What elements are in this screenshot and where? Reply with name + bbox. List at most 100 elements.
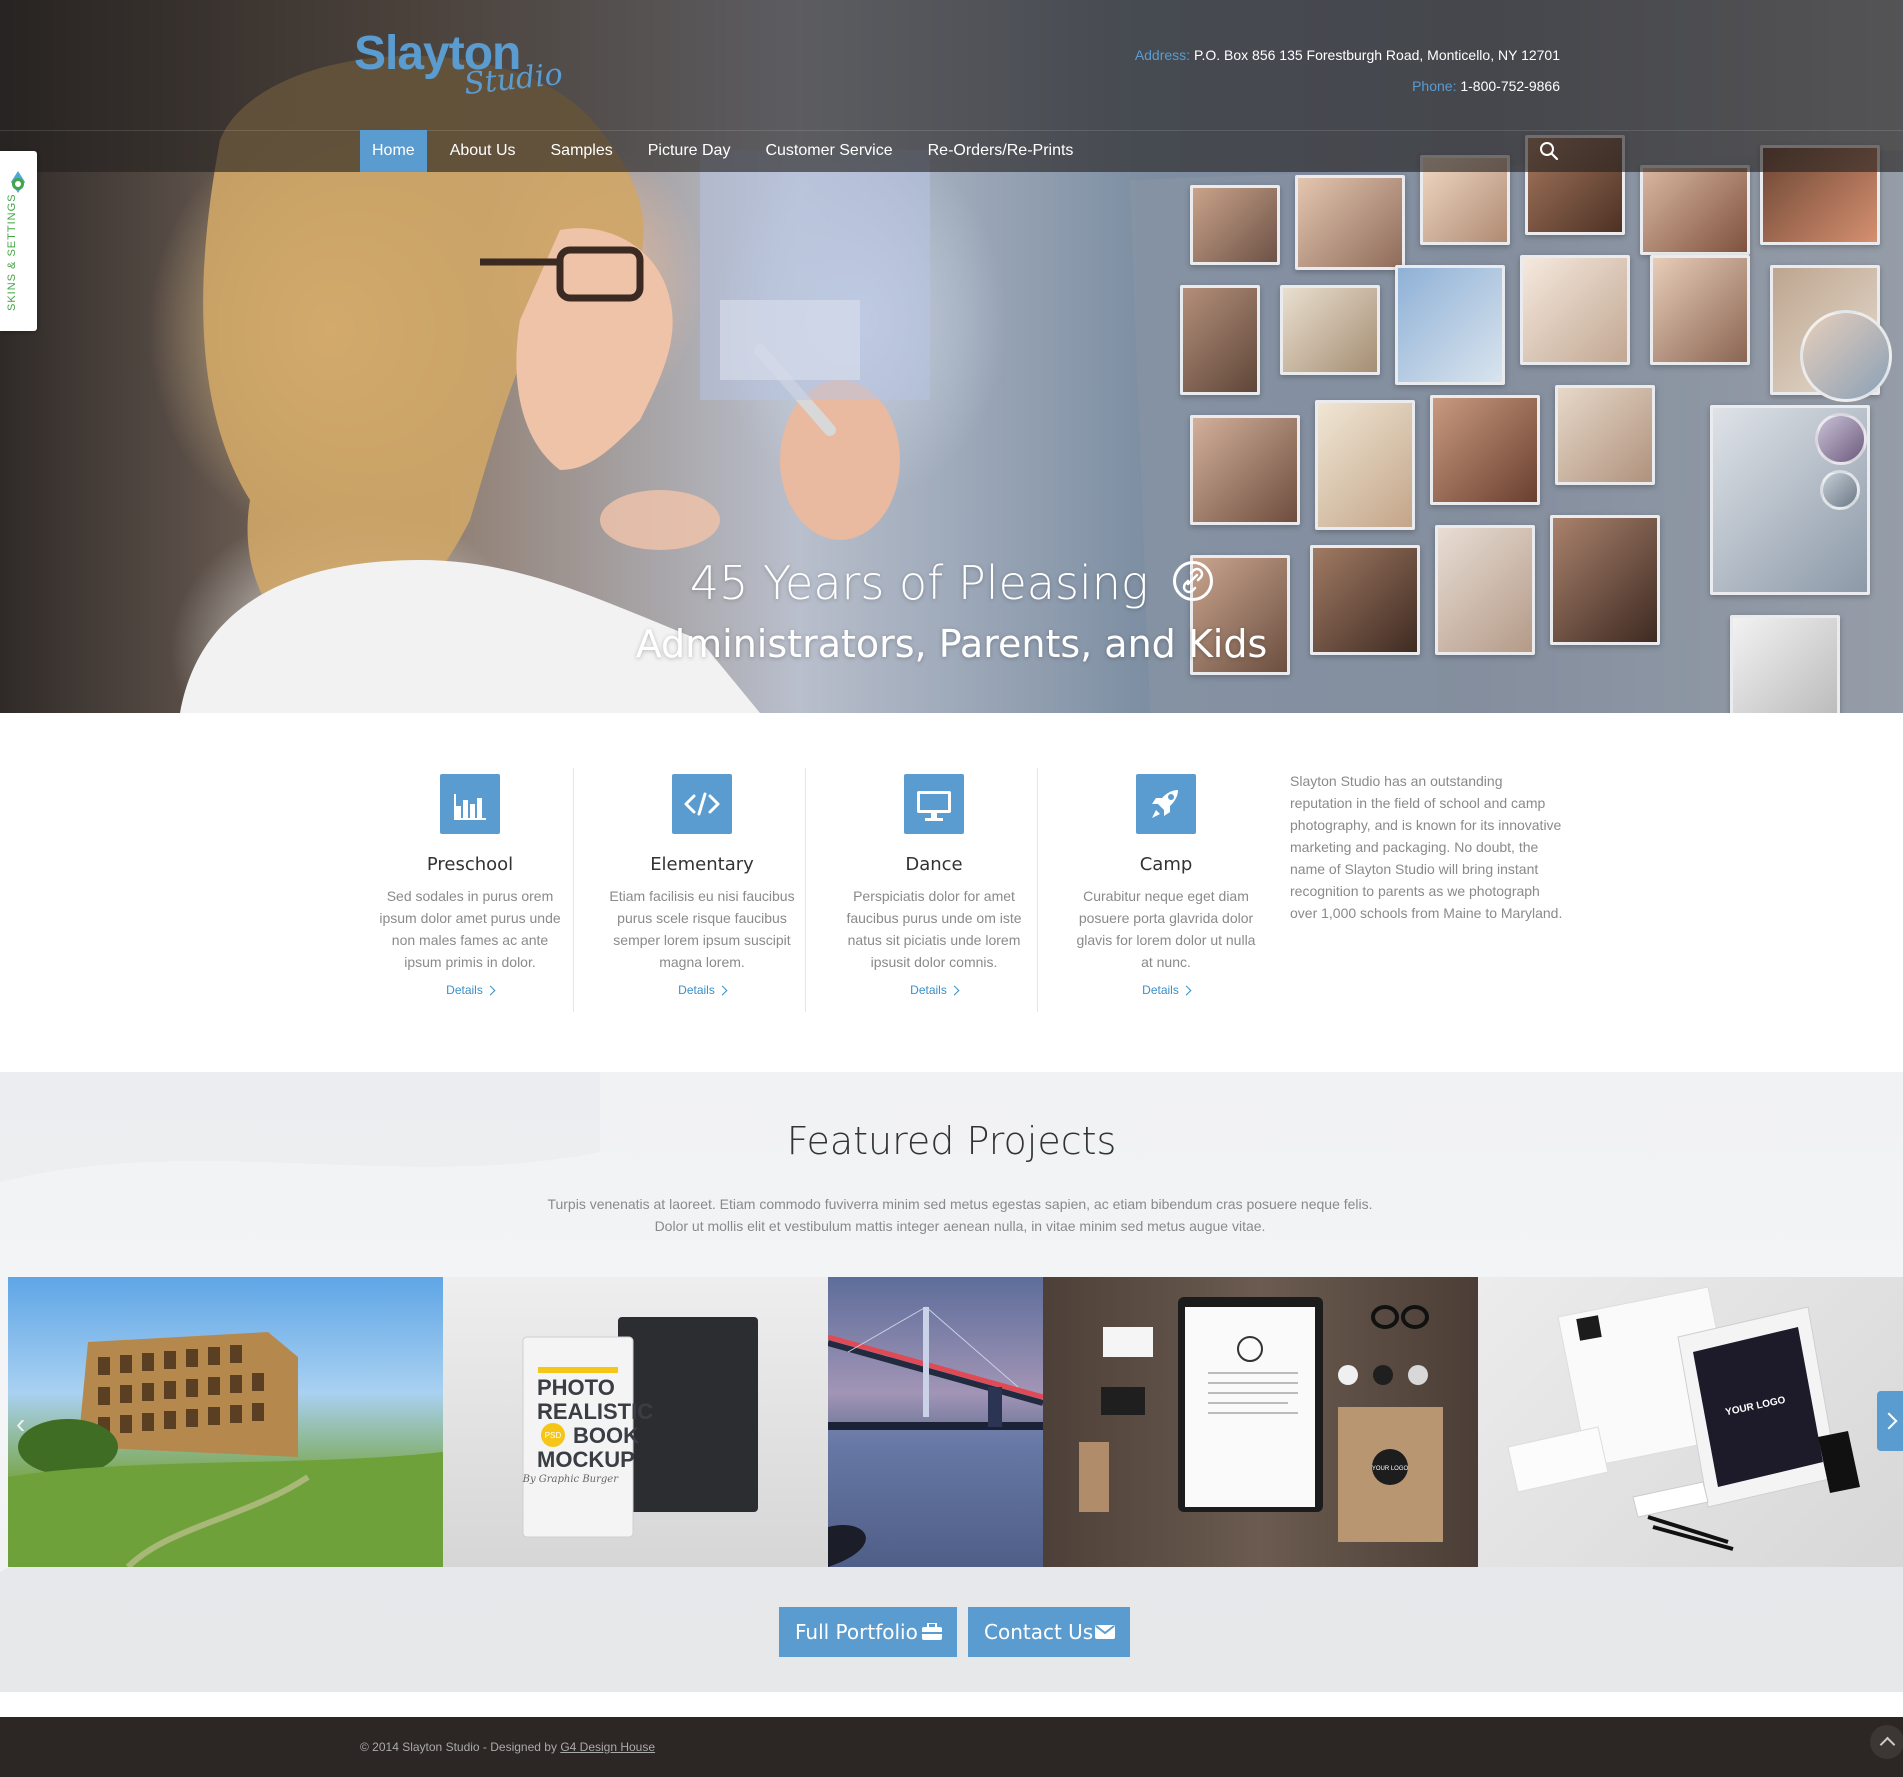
designer-link[interactable]: G4 Design House bbox=[560, 1740, 655, 1754]
gallery-next-arrow[interactable] bbox=[1877, 1391, 1903, 1451]
photo-thumb bbox=[1190, 185, 1280, 265]
service-title: Dance bbox=[905, 854, 963, 875]
hero-title-text: 45 Years of Pleasing bbox=[689, 556, 1149, 610]
bar-chart-icon bbox=[440, 774, 500, 834]
service-title: Preschool bbox=[426, 854, 514, 875]
briefcase-icon bbox=[922, 1623, 942, 1640]
book-byline: By Graphic Burger bbox=[522, 1474, 620, 1485]
service-divider bbox=[573, 768, 574, 1012]
gear-icon bbox=[11, 171, 25, 193]
service-divider bbox=[1037, 768, 1038, 1012]
site-logo[interactable]: Slayton Studio bbox=[354, 26, 584, 102]
skins-settings-tab[interactable]: SKINS & SETTINGS bbox=[0, 151, 37, 331]
gallery-prev-arrow[interactable]: ‹ bbox=[16, 1408, 25, 1440]
nav-customer-service[interactable]: Customer Service bbox=[753, 130, 904, 172]
contact-us-button[interactable]: Contact Us bbox=[968, 1607, 1130, 1657]
gallery-item-branding-mockup[interactable]: YOUR LOGO bbox=[1478, 1277, 1903, 1567]
full-portfolio-label: Full Portfolio bbox=[795, 1620, 918, 1644]
details-label: Details bbox=[910, 983, 947, 997]
details-label: Details bbox=[1142, 983, 1179, 997]
search-icon[interactable] bbox=[1538, 140, 1560, 162]
gallery-item-bridge[interactable] bbox=[828, 1277, 1043, 1567]
address-line: Address: P.O. Box 856 135 Forestburgh Ro… bbox=[1135, 40, 1560, 71]
service-text: Perspiciatis dolor for amet faucibus pur… bbox=[846, 888, 1022, 970]
photo-thumb bbox=[1315, 400, 1415, 530]
photo-thumb bbox=[1280, 285, 1380, 375]
nav-samples[interactable]: Samples bbox=[539, 130, 625, 172]
site-footer bbox=[0, 1717, 1903, 1777]
featured-text-line: Dolor ut mollis elit et vestibulum matti… bbox=[654, 1218, 1266, 1234]
address-value: P.O. Box 856 135 Forestburgh Road, Monti… bbox=[1193, 47, 1560, 63]
floating-thumb[interactable] bbox=[1800, 310, 1892, 402]
about-blurb: Slayton Studio has an outstanding reputa… bbox=[1290, 773, 1563, 921]
copyright-text: © 2014 Slayton Studio - Designed by G4 D… bbox=[360, 1740, 655, 1754]
details-link[interactable]: Details bbox=[910, 983, 960, 997]
photo-thumb bbox=[1555, 385, 1655, 485]
chevron-right-icon bbox=[949, 985, 960, 996]
details-link[interactable]: Details bbox=[678, 983, 728, 997]
photo-thumb bbox=[1190, 415, 1300, 525]
details-label: Details bbox=[678, 983, 715, 997]
photo-thumb bbox=[1395, 265, 1505, 385]
gallery-item-stationery-desk[interactable]: YOUR LOGO bbox=[1043, 1277, 1478, 1567]
service-text: Curabitur neque eget diam posuere porta … bbox=[1076, 888, 1256, 970]
photo-thumb bbox=[1640, 165, 1750, 255]
details-label: Details bbox=[446, 983, 483, 997]
book-badge: PSD bbox=[545, 1431, 562, 1440]
address-label: Address: bbox=[1134, 47, 1191, 63]
stationery-logo-text: YOUR LOGO bbox=[1372, 1466, 1409, 1472]
service-text: Sed sodales in purus orem ipsum dolor am… bbox=[379, 888, 561, 970]
monitor-icon bbox=[904, 774, 964, 834]
project-gallery: By Graphic Burger PSD PHOTO REALISTIC BO… bbox=[8, 1277, 1903, 1567]
phone-line: Phone: 1-800-752-9866 bbox=[1135, 71, 1560, 102]
main-nav: Home About Us Samples Picture Day Custom… bbox=[360, 130, 1096, 172]
phone-label: Phone: bbox=[1412, 78, 1457, 94]
service-card-dance: Dance Perspiciatis dolor for amet faucib… bbox=[818, 768, 1050, 1012]
service-text: Etiam facilisis eu nisi faucibus purus s… bbox=[609, 888, 795, 970]
book-title-line: PHOTO bbox=[537, 1375, 615, 1400]
gallery-item-book-mockup[interactable]: By Graphic Burger PSD PHOTO REALISTIC BO… bbox=[443, 1277, 828, 1567]
code-icon bbox=[672, 774, 732, 834]
book-title-line: BOOK bbox=[573, 1423, 639, 1448]
gallery-item-colosseum[interactable] bbox=[8, 1277, 443, 1567]
featured-text-line: Turpis venenatis at laoreet. Etiam commo… bbox=[547, 1196, 1373, 1212]
link-icon[interactable] bbox=[1173, 560, 1214, 601]
envelope-icon bbox=[1095, 1625, 1115, 1639]
nav-home[interactable]: Home bbox=[360, 130, 427, 172]
back-to-top-button[interactable] bbox=[1870, 1725, 1903, 1759]
details-link[interactable]: Details bbox=[446, 983, 496, 997]
service-card-elementary: Elementary Etiam facilisis eu nisi fauci… bbox=[586, 768, 818, 1012]
featured-description: Turpis venenatis at laoreet. Etiam commo… bbox=[540, 1193, 1380, 1237]
photo-thumb bbox=[1520, 255, 1630, 365]
full-portfolio-button[interactable]: Full Portfolio bbox=[779, 1607, 957, 1657]
service-title: Elementary bbox=[650, 854, 754, 875]
floating-thumb[interactable] bbox=[1815, 413, 1867, 465]
settings-tab-label: SKINS & SETTINGS bbox=[6, 193, 18, 311]
details-link[interactable]: Details bbox=[1142, 983, 1192, 997]
header-contact: Address: P.O. Box 856 135 Forestburgh Ro… bbox=[1135, 40, 1560, 102]
nav-picture-day[interactable]: Picture Day bbox=[636, 130, 743, 172]
hero-subtitle: Administrators, Parents, and Kids bbox=[635, 622, 1268, 666]
copyright-label: © 2014 Slayton Studio - Designed by bbox=[360, 1740, 557, 1754]
chevron-right-icon bbox=[1181, 985, 1192, 996]
photo-thumb bbox=[1430, 395, 1540, 505]
service-title: Camp bbox=[1139, 854, 1193, 875]
service-card-camp: Camp Curabitur neque eget diam posuere p… bbox=[1050, 768, 1282, 1012]
rocket-icon bbox=[1136, 774, 1196, 834]
photo-thumb bbox=[1295, 175, 1405, 270]
photo-thumb bbox=[1180, 285, 1260, 395]
nav-about-us[interactable]: About Us bbox=[438, 130, 528, 172]
service-card-preschool: Preschool Sed sodales in purus orem ipsu… bbox=[354, 768, 586, 1012]
floating-thumb[interactable] bbox=[1820, 470, 1860, 510]
contact-us-label: Contact Us bbox=[984, 1620, 1094, 1644]
nav-re-orders[interactable]: Re-Orders/Re-Prints bbox=[916, 130, 1086, 172]
book-title-line: REALISTIC bbox=[537, 1399, 653, 1424]
phone-value[interactable]: 1-800-752-9866 bbox=[1460, 78, 1560, 94]
photo-thumb bbox=[1650, 255, 1750, 365]
featured-title: Featured Projects bbox=[786, 1119, 1117, 1163]
service-divider bbox=[805, 768, 806, 1012]
hero-title: 45 Years of Pleasing bbox=[0, 556, 1903, 610]
chevron-right-icon bbox=[717, 985, 728, 996]
chevron-right-icon bbox=[485, 985, 496, 996]
book-title-line: MOCKUP bbox=[537, 1447, 635, 1472]
